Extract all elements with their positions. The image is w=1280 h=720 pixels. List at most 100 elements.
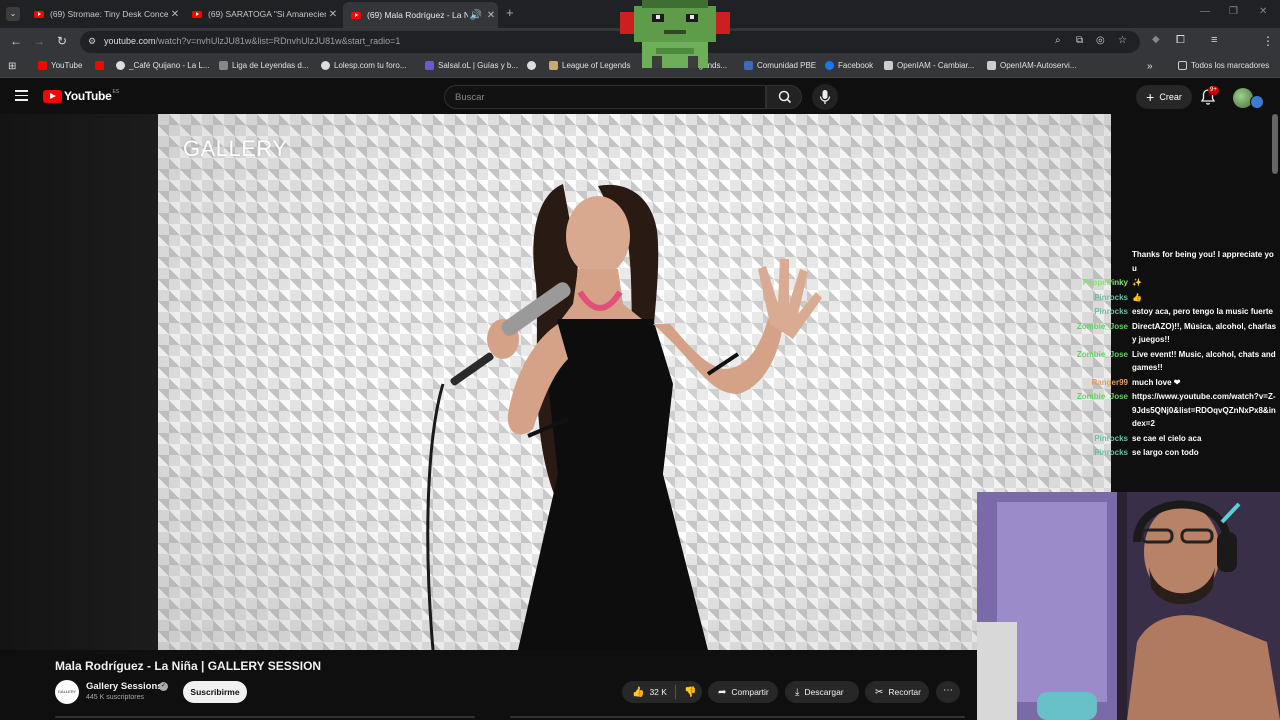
url-host: youtube.com: [104, 36, 156, 46]
menu-icon[interactable]: [15, 90, 28, 104]
reload-icon[interactable]: ↻: [57, 34, 67, 48]
like-divider: [674, 685, 676, 699]
page-scrollbar[interactable]: [1272, 114, 1278, 174]
close-tab-icon[interactable]: ✕: [168, 9, 182, 20]
download-button[interactable]: ⤓ Descargar: [785, 681, 859, 703]
share-label: Compartir: [731, 687, 769, 697]
forward-icon[interactable]: →: [33, 34, 45, 48]
search-button[interactable]: [766, 85, 802, 109]
new-tab-button[interactable]: +: [506, 5, 514, 20]
search-input[interactable]: [445, 86, 745, 108]
chat-text: se cae el cielo aca: [1132, 433, 1202, 443]
stream-chat-overlay: Thanks for being you! I appreciate you P…: [1060, 248, 1278, 461]
chat-username: Pinrocks: [1094, 448, 1128, 457]
create-label: Crear: [1159, 92, 1182, 102]
speaker-icon[interactable]: 🔊: [468, 10, 484, 21]
tab-saratoga[interactable]: (69) SARATOGA "Si Amanecier ✕: [184, 3, 340, 25]
chat-username: PeppePinky: [1082, 278, 1128, 287]
bookmark-cafe-quijano[interactable]: _Café Quijano - La L...: [116, 61, 210, 70]
all-bookmarks-label: Todos los marcadores: [1191, 61, 1270, 70]
youtube-wordmark: YouTube: [64, 89, 112, 103]
bookmark-label: _Café Quijano - La L...: [129, 61, 210, 70]
microphone-icon: [819, 90, 831, 104]
bookmark-label: OpenIAM-Autoservi...: [1000, 61, 1077, 70]
back-icon[interactable]: ←: [10, 34, 22, 48]
bookmark-liga-leyendas[interactable]: Liga de Leyendas d...: [219, 61, 309, 70]
chat-username: Zombie_Jose: [1076, 321, 1128, 331]
create-button[interactable]: + Crear: [1136, 85, 1192, 109]
like-dislike-group: 👍 32 K 👎: [622, 681, 702, 703]
chat-username: Zombie_Jose: [1076, 392, 1128, 401]
openiam-icon: [884, 61, 893, 70]
zoom-icon[interactable]: ⌕: [1055, 35, 1061, 46]
tracking-icon[interactable]: ◎: [1096, 35, 1105, 46]
subscribe-button[interactable]: Suscribirme: [183, 681, 247, 703]
maximize-icon[interactable]: ❐: [1229, 6, 1238, 17]
chat-message: Pinrocks se largo con todo: [1060, 446, 1278, 460]
youtube-logo[interactable]: YouTube ES: [43, 89, 119, 103]
minimize-icon[interactable]: —: [1200, 6, 1210, 17]
browser-menu-icon[interactable]: ⋮: [1262, 34, 1274, 48]
bookmark-label: Salsal.oL | Guías y b...: [438, 61, 519, 70]
share-button[interactable]: ➦ Compartir: [708, 681, 778, 703]
share-icon: ➦: [718, 686, 727, 698]
chat-message: Thanks for being you! I appreciate you: [1060, 248, 1278, 275]
apps-grid-icon[interactable]: ⊞: [8, 61, 16, 72]
bookmark-facebook[interactable]: Facebook: [825, 61, 873, 70]
bookmark-youtube-2[interactable]: [95, 61, 108, 70]
clip-label: Recortar: [888, 687, 921, 697]
tab-stromae[interactable]: (69) Stromae: Tiny Desk Concer ✕: [26, 3, 182, 25]
tab-mala-rodriguez[interactable]: (69) Mala Rodríguez - La Ni 🔊 ✕: [343, 2, 498, 28]
bookmark-star-icon[interactable]: ☆: [1118, 35, 1127, 46]
voice-search-button[interactable]: [812, 84, 838, 110]
search-icon: [778, 90, 792, 104]
bookmark-globe[interactable]: [527, 61, 540, 70]
pixel-avatar-overlay: [620, 0, 730, 68]
youtube-favicon-icon: [34, 10, 44, 18]
more-actions-icon[interactable]: ⋯: [936, 681, 960, 703]
chat-message: Zombie_Jose DirectAZO)!!, Música, alcoho…: [1060, 320, 1278, 347]
openiam-icon: [987, 61, 996, 70]
more-bookmarks-icon[interactable]: »: [1147, 61, 1153, 72]
description-preview: [55, 714, 965, 720]
bookmark-youtube[interactable]: YouTube: [38, 61, 82, 70]
bookmark-openiam-autoservicio[interactable]: OpenIAM-Autoservi...: [987, 61, 1076, 70]
close-tab-icon[interactable]: ✕: [326, 9, 340, 20]
tab-search-button[interactable]: ⌄: [6, 7, 20, 21]
bookmark-openiam-cambiar[interactable]: OpenIAM - Cambiar...: [884, 61, 974, 70]
secondary-account-icon: [1250, 95, 1264, 109]
install-app-icon[interactable]: ⧉: [1076, 35, 1083, 46]
verified-check-icon: ✓: [159, 682, 168, 691]
channel-name[interactable]: Gallery Sessions: [86, 681, 163, 692]
bookmark-salsalol[interactable]: Salsal.oL | Guías y b...: [425, 61, 518, 70]
chat-message: Zombie_Jose https://www.youtube.com/watc…: [1060, 390, 1278, 431]
close-tab-icon[interactable]: ✕: [484, 10, 498, 21]
scissors-icon: ✂: [875, 686, 884, 698]
extension-icon[interactable]: ◆: [1152, 34, 1160, 45]
url-path: /watch?v=nvhUlzJU81w&list=RDnvhUlzJU81w&…: [155, 36, 401, 46]
globe-icon: [321, 61, 330, 70]
chat-text: DirectAZO)!!, Música, alcohol, charlas y…: [1132, 321, 1277, 345]
bookmark-lolesp[interactable]: Lolesp.com tu foro...: [321, 61, 406, 70]
clip-button[interactable]: ✂ Recortar: [865, 681, 929, 703]
dislike-icon[interactable]: 👎: [684, 687, 696, 698]
tab-title: (69) Stromae: Tiny Desk Concer: [50, 9, 168, 19]
all-bookmarks-folder[interactable]: Todos los marcadores: [1178, 61, 1269, 70]
media-control-icon[interactable]: ≡: [1211, 34, 1217, 46]
address-bar[interactable]: ⚙ youtube.com/watch?v=nvhUlzJU81w&list=R…: [80, 31, 1140, 53]
video-watermark: GALLERY: [183, 136, 288, 161]
like-icon[interactable]: 👍: [632, 687, 644, 698]
channel-avatar[interactable]: GALLERY: [55, 680, 79, 704]
video-player[interactable]: GALLERY: [158, 114, 1111, 650]
youtube-favicon-icon: [351, 11, 361, 19]
lol-icon: [549, 61, 558, 70]
site-info-icon[interactable]: ⚙: [88, 36, 96, 47]
chat-text: se largo con todo: [1132, 448, 1199, 457]
close-window-icon[interactable]: ✕: [1259, 6, 1267, 17]
bookmark-label: Comunidad PBE: [757, 61, 817, 70]
url-text[interactable]: youtube.com/watch?v=nvhUlzJU81w&list=RDn…: [104, 36, 400, 46]
extensions-puzzle-icon[interactable]: ⧠: [1176, 34, 1185, 47]
like-count[interactable]: 32 K: [649, 687, 667, 697]
bookmark-comunidad-pbe[interactable]: Comunidad PBE: [744, 61, 816, 70]
video-title: Mala Rodríguez - La Niña | GALLERY SESSI…: [55, 659, 322, 673]
